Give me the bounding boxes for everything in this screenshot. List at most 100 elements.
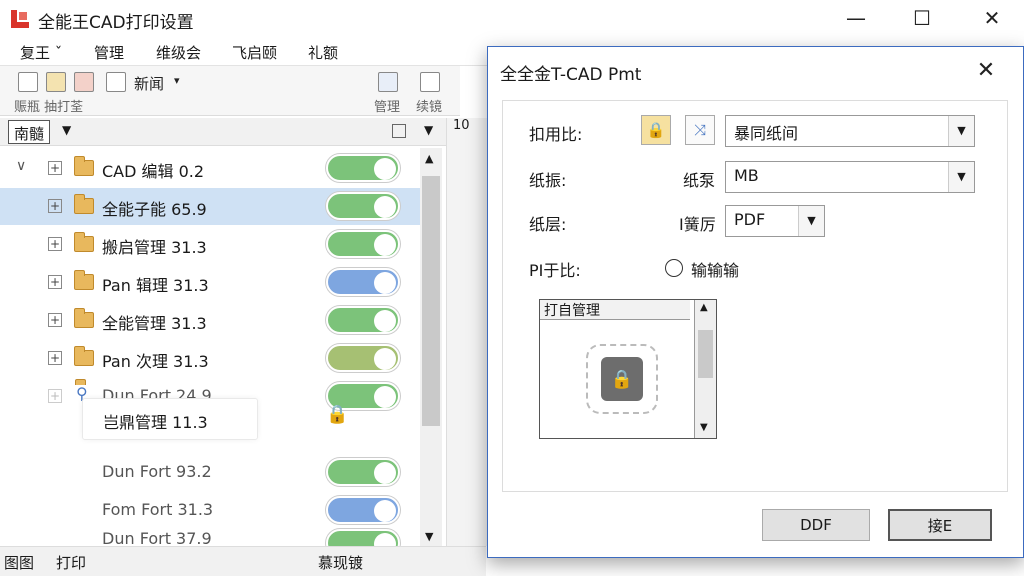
expand-icon[interactable]: + <box>48 313 62 327</box>
manage-icon[interactable] <box>378 72 398 92</box>
folder-icon <box>74 270 94 290</box>
layer-sub-label: I簧厉 <box>679 215 716 234</box>
expand-icon[interactable]: + <box>48 275 62 289</box>
floating-card-label: 岂鼎管理 11.3 <box>103 413 208 432</box>
scroll-down-icon[interactable]: ▼ <box>425 530 433 543</box>
tree-row[interactable]: ∨ + CAD 编辑 0.2 <box>0 150 420 187</box>
format-select-value: PDF <box>734 210 766 229</box>
close-button[interactable]: ✕ <box>964 0 1020 36</box>
paper-sub-label: 纸泵 <box>683 171 716 190</box>
chevron-down-icon[interactable]: ∨ <box>16 158 26 174</box>
format-select[interactable]: PDF ▼ <box>725 205 825 237</box>
scroll-up-icon[interactable]: ▲ <box>700 302 708 313</box>
expand-icon[interactable]: + <box>48 161 62 175</box>
settings-icon[interactable] <box>74 72 94 92</box>
shield-lock-icon: 🔒 <box>601 357 643 401</box>
ddf-button[interactable]: DDF <box>762 509 870 541</box>
folder-icon <box>74 308 94 328</box>
expand-icon[interactable]: + <box>48 199 62 213</box>
tree-scrollbar[interactable]: ▲ ▼ <box>420 148 442 546</box>
dialog-close-button[interactable]: ✕ <box>958 53 1014 87</box>
new-doc-icon[interactable] <box>106 72 126 92</box>
title-bar: 全能王CAD打印设置 — ☐ ✕ <box>0 0 1024 38</box>
scrollbar-thumb[interactable] <box>422 176 440 426</box>
shuffle-icon[interactable]: ⤨ <box>685 115 715 145</box>
tree-row-label: Pan 辑理 31.3 <box>102 276 209 295</box>
scroll-up-icon[interactable]: ▲ <box>425 152 433 165</box>
scroll-down-icon[interactable]: ▼ <box>700 422 708 433</box>
paper-select-value: MB <box>734 166 759 185</box>
print-dialog: 全全金T-CAD Pmt ✕ 扣用比: 🔒 ⤨ 暴同纸间 ▼ 纸振: 纸泵 MB… <box>487 46 1024 558</box>
tree-row[interactable]: + Pan 辑理 31.3 <box>0 264 420 301</box>
ratio-select[interactable]: 暴同纸间 ▼ <box>725 115 975 147</box>
expand-icon[interactable]: + <box>48 237 62 251</box>
lock-icon[interactable]: 🔒 <box>326 404 348 425</box>
toggle-knob <box>374 310 396 332</box>
tree-row[interactable]: + 搬启管理 31.3 <box>0 226 420 263</box>
tree-row[interactable]: + Pan 次理 31.3 <box>0 340 420 377</box>
toggle-switch[interactable] <box>326 154 400 182</box>
toolbar-group-label: 赈瓶 抽打荃 <box>14 100 84 115</box>
folder-icon <box>74 194 94 214</box>
print-preview[interactable]: 打自管理 ▲ ▼ 🔒 <box>539 299 717 439</box>
folder-icon <box>74 232 94 252</box>
dialog-title: 全全金T-CAD Pmt <box>500 65 642 85</box>
menu-item-4[interactable]: 飞启颐 <box>232 42 277 63</box>
menu-item-1[interactable]: 复王 ˇ <box>20 42 62 63</box>
chevron-down-icon: ▼ <box>948 162 974 192</box>
toggle-knob <box>374 348 396 370</box>
tree-row[interactable]: Dun Fort 93.2 <box>0 454 420 491</box>
copy-icon[interactable] <box>18 72 38 92</box>
list-view-icon[interactable] <box>392 124 406 138</box>
side-strip: 10 <box>446 118 488 546</box>
toggle-switch[interactable] <box>326 529 400 546</box>
toggle-knob <box>374 234 396 256</box>
status-print[interactable]: 打印 <box>56 552 86 573</box>
folder-icon <box>74 156 94 176</box>
menu-item-5[interactable]: 礼额 <box>308 42 338 63</box>
radio-label: 输输输 <box>691 261 740 280</box>
manage-label: 管理 <box>374 100 401 115</box>
preview-header: 打自管理 <box>540 300 690 320</box>
panel-tab[interactable]: 南髓 <box>8 120 51 144</box>
status-center: 慕现镀 <box>318 554 364 572</box>
tab-dropdown-icon[interactable]: ▼ <box>62 123 71 137</box>
edit-doc-icon[interactable] <box>420 72 440 92</box>
folder-icon <box>74 346 94 366</box>
panel-header: 南髓 ▼ ▼ <box>0 118 446 146</box>
expand-icon[interactable]: + <box>48 351 62 365</box>
toggle-switch[interactable] <box>326 458 400 486</box>
expand-icon[interactable]: + <box>48 389 62 403</box>
status-bar: 图图 打印 慕现镀 <box>0 546 486 576</box>
toggle-switch[interactable] <box>326 344 400 372</box>
lock-icon[interactable]: 🔒 <box>641 115 671 145</box>
tree-row-label: Dun Fort 93.2 <box>102 462 212 481</box>
scrollbar-thumb[interactable] <box>698 330 713 378</box>
tree-row[interactable]: Dun Fort 37.9 <box>0 509 420 546</box>
toggle-switch[interactable] <box>326 192 400 220</box>
folder-icon[interactable] <box>46 72 66 92</box>
paper-select[interactable]: MB ▼ <box>725 161 975 193</box>
confirm-button[interactable]: 接E <box>888 509 992 541</box>
menu-item-2[interactable]: 管理 <box>94 42 124 63</box>
chevron-down-icon[interactable]: ▾ <box>174 74 180 87</box>
minimize-button[interactable]: — <box>828 0 884 36</box>
tree-row[interactable]: + 全能管理 31.3 <box>0 302 420 339</box>
layer-label: 纸层: <box>529 215 567 234</box>
ratio-select-value: 暴同纸间 <box>734 124 799 143</box>
toggle-switch[interactable] <box>326 268 400 296</box>
new-button[interactable]: 新闻 <box>134 73 164 94</box>
preview-scrollbar[interactable]: ▲ ▼ <box>694 300 716 438</box>
toggle-switch[interactable] <box>326 306 400 334</box>
tree-row-label: 搬启管理 31.3 <box>102 238 207 257</box>
radio-button[interactable] <box>665 259 683 277</box>
tree-row[interactable]: + 全能子能 65.9 <box>0 188 420 225</box>
maximize-button[interactable]: ☐ <box>894 0 950 36</box>
floating-card[interactable]: 岂鼎管理 11.3 <box>82 398 258 440</box>
toggle-knob <box>374 196 396 218</box>
dialog-body: 扣用比: 🔒 ⤨ 暴同纸间 ▼ 纸振: 纸泵 MB ▼ 纸层: I簧厉 PDF … <box>502 100 1008 492</box>
menu-item-3[interactable]: 维级会 <box>156 42 201 63</box>
toggle-switch[interactable] <box>326 230 400 258</box>
pdf-ratio-label: PI于比: <box>529 261 581 280</box>
panel-menu-icon[interactable]: ▼ <box>424 123 433 137</box>
